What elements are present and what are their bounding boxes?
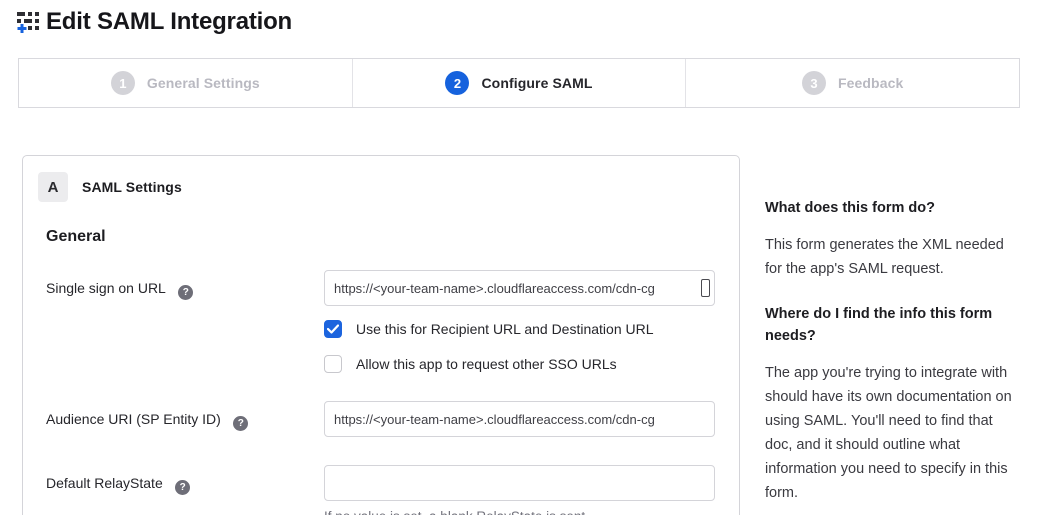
field-label-col: Audience URI (SP Entity ID) ?: [46, 401, 324, 437]
saml-settings-panel: A SAML Settings General Single sign on U…: [22, 155, 740, 515]
step-2-circle: 2: [445, 71, 469, 95]
page-header: Edit SAML Integration: [16, 8, 292, 36]
sidebar-paragraph: The app you're trying to integrate with …: [765, 361, 1013, 505]
field-label-col: Default RelayState ?: [46, 465, 324, 515]
sso-url-label: Single sign on URL: [46, 280, 166, 296]
field-row-audience-uri: Audience URI (SP Entity ID) ?: [23, 401, 739, 437]
grid-plus-icon: [16, 9, 43, 36]
wizard-steps: 1 General Settings 2 Configure SAML 3 Fe…: [18, 58, 1020, 108]
field-control-col: If no value is set, a blank RelayState i…: [324, 465, 715, 515]
relay-state-label: Default RelayState: [46, 475, 163, 491]
text-cursor: [701, 279, 710, 297]
tab-feedback[interactable]: 3 Feedback: [685, 59, 1019, 107]
page-title: Edit SAML Integration: [46, 8, 292, 36]
tab-label: Feedback: [838, 75, 903, 91]
field-label-col: Single sign on URL ?: [46, 270, 324, 373]
field-control-col: [324, 401, 715, 437]
sidebar-section: What does this form do? This form genera…: [765, 197, 1013, 281]
checkbox-label: Allow this app to request other SSO URLs: [356, 356, 617, 372]
sidebar-heading: What does this form do?: [765, 197, 1013, 219]
relay-state-helper-text: If no value is set, a blank RelayState i…: [324, 509, 715, 515]
sso-url-input[interactable]: [324, 270, 715, 306]
help-sidebar: What does this form do? This form genera…: [765, 197, 1013, 515]
section-title: SAML Settings: [82, 179, 182, 195]
recipient-url-checkbox[interactable]: [324, 320, 342, 338]
audience-uri-label: Audience URI (SP Entity ID): [46, 411, 221, 427]
other-sso-urls-checkbox[interactable]: [324, 355, 342, 373]
section-badge: A: [38, 172, 68, 202]
tab-general-settings[interactable]: 1 General Settings: [19, 59, 352, 107]
recipient-url-checkbox-row[interactable]: Use this for Recipient URL and Destinati…: [324, 320, 715, 338]
general-heading: General: [46, 228, 739, 246]
panel-header: A SAML Settings: [23, 156, 739, 216]
audience-uri-input[interactable]: [324, 401, 715, 437]
sidebar-paragraph: This form generates the XML needed for t…: [765, 233, 1013, 281]
tab-label: Configure SAML: [481, 75, 592, 91]
field-row-relay-state: Default RelayState ? If no value is set,…: [23, 465, 739, 515]
field-row-sso-url: Single sign on URL ? Use this for Recipi…: [23, 270, 739, 373]
field-control-col: Use this for Recipient URL and Destinati…: [324, 270, 715, 373]
step-3-circle: 3: [802, 71, 826, 95]
tab-label: General Settings: [147, 75, 260, 91]
help-icon[interactable]: ?: [175, 480, 190, 495]
other-sso-urls-checkbox-row[interactable]: Allow this app to request other SSO URLs: [324, 355, 715, 373]
checkbox-label: Use this for Recipient URL and Destinati…: [356, 321, 654, 337]
step-1-circle: 1: [111, 71, 135, 95]
help-icon[interactable]: ?: [178, 285, 193, 300]
help-icon[interactable]: ?: [233, 416, 248, 431]
tab-configure-saml[interactable]: 2 Configure SAML: [352, 59, 686, 107]
page: Edit SAML Integration 1 General Settings…: [0, 0, 1063, 515]
relay-state-input[interactable]: [324, 465, 715, 501]
sidebar-heading: Where do I find the info this form needs…: [765, 303, 1013, 347]
sidebar-section: Where do I find the info this form needs…: [765, 303, 1013, 505]
